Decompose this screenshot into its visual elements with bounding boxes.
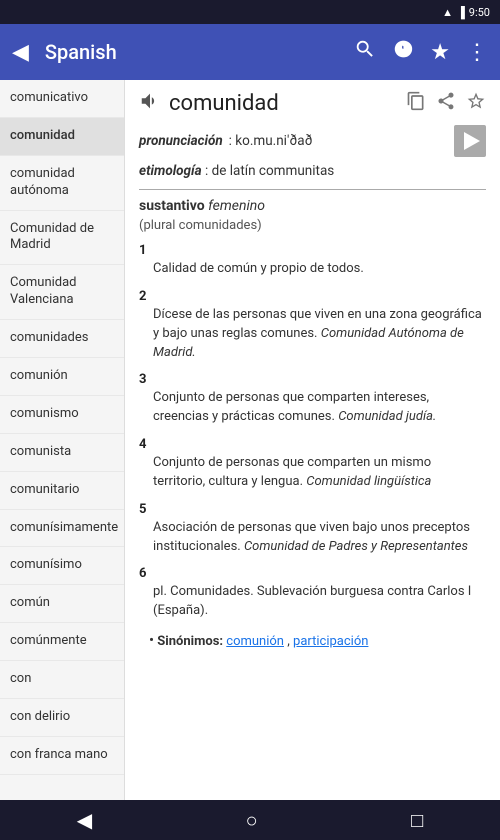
favorite-icon[interactable]: ★	[430, 40, 450, 65]
def-text-2: Dícese de las personas que viven en una …	[139, 306, 486, 363]
sidebar-item-comunidad-madrid[interactable]: Comunidad de Madrid	[0, 211, 124, 266]
sidebar-item-comunidad-autonoma[interactable]: comunidad autónoma	[0, 156, 124, 211]
sidebar-item-comunisimamente[interactable]: comunísimamente	[0, 510, 124, 548]
section-divider	[139, 189, 486, 190]
def-text-5: Asociación de personas que viven bajo un…	[139, 519, 486, 557]
definition-4: 4 Conjunto de personas que comparten un …	[139, 437, 486, 492]
word-action-icons	[406, 91, 486, 116]
top-bar: ◀ Spanish ★ ⋮	[0, 24, 500, 80]
def-text-4: Conjunto de personas que comparten un mi…	[139, 454, 486, 492]
sidebar-item-comunismo[interactable]: comunismo	[0, 396, 124, 434]
def-text-6: pl. Comunidades. Sublevación burguesa co…	[139, 583, 486, 621]
back-button[interactable]: ◀	[12, 40, 29, 65]
etymology-section: etimología : de latín communitas	[139, 163, 486, 179]
word-title: comunidad	[169, 91, 398, 116]
sidebar: comunicativo comunidad comunidad autónom…	[0, 80, 125, 800]
word-header: comunidad	[139, 90, 486, 117]
nav-home-button[interactable]: ○	[246, 808, 258, 833]
plural-note: (plural comunidades)	[139, 218, 486, 233]
def-number-2: 2	[139, 289, 486, 304]
more-icon[interactable]: ⋮	[466, 40, 488, 65]
def-number-4: 4	[139, 437, 486, 452]
sidebar-item-con[interactable]: con	[0, 661, 124, 699]
sidebar-item-comunion[interactable]: comunión	[0, 358, 124, 396]
etymology-value: : de latín communitas	[205, 163, 334, 179]
bottom-nav: ◀ ○ □	[0, 800, 500, 840]
pronunciation-label: pronunciación	[139, 133, 223, 149]
definition-3: 3 Conjunto de personas que comparten int…	[139, 372, 486, 427]
battery-icon: ▐	[457, 6, 465, 19]
synonyms-label: Sinónimos:	[157, 634, 226, 649]
def-number-6: 6	[139, 566, 486, 581]
pos-gender: femenino	[208, 198, 265, 214]
def-text-3: Conjunto de personas que comparten inter…	[139, 389, 486, 427]
sidebar-item-con-delirio[interactable]: con delirio	[0, 699, 124, 737]
copy-icon[interactable]	[406, 91, 426, 116]
pronunciation-section: pronunciación : ko.mu.ni'ðað	[139, 125, 486, 157]
dictionary-content: comunidad pronunciación : ko.mu.ni'ðað	[125, 80, 500, 800]
status-bar: ▲ ▐ 9:50	[0, 0, 500, 24]
synonym-comunion[interactable]: comunión	[226, 634, 284, 649]
definition-6: 6 pl. Comunidades. Sublevación burguesa …	[139, 566, 486, 621]
wifi-icon: ▲	[442, 6, 453, 19]
sidebar-item-comunidad[interactable]: comunidad	[0, 118, 124, 156]
synonyms-section: • Sinónimos: comunión , participación	[139, 631, 486, 649]
sidebar-item-comunista[interactable]: comunista	[0, 434, 124, 472]
sidebar-item-comunmente[interactable]: comúnmente	[0, 623, 124, 661]
sidebar-item-comunidades[interactable]: comunidades	[0, 320, 124, 358]
history-icon[interactable]	[392, 38, 414, 66]
sidebar-item-comunisimo[interactable]: comunísimo	[0, 547, 124, 585]
definition-5: 5 Asociación de personas que viven bajo …	[139, 502, 486, 557]
pos-section: sustantivo femenino	[139, 198, 486, 214]
status-icons: ▲ ▐ 9:50	[442, 6, 490, 19]
def-number-3: 3	[139, 372, 486, 387]
play-triangle-icon	[464, 132, 480, 150]
def-text-1: Calidad de común y propio de todos.	[139, 260, 486, 279]
sidebar-item-comunicativo[interactable]: comunicativo	[0, 80, 124, 118]
nav-recent-button[interactable]: □	[411, 808, 423, 833]
pos-label: sustantivo	[139, 198, 205, 214]
share-icon[interactable]	[436, 91, 456, 116]
etymology-label: etimología	[139, 163, 202, 179]
synonym-participacion[interactable]: participación	[293, 634, 368, 649]
sidebar-item-comunidad-valenciana[interactable]: Comunidad Valenciana	[0, 265, 124, 320]
pronunciation-value: : ko.mu.ni'ðað	[229, 133, 313, 149]
volume-icon[interactable]	[139, 90, 161, 117]
def-number-5: 5	[139, 502, 486, 517]
star-outline-icon[interactable]	[466, 91, 486, 116]
search-icon[interactable]	[354, 38, 376, 66]
play-button[interactable]	[454, 125, 486, 157]
definition-2: 2 Dícese de las personas que viven en un…	[139, 289, 486, 363]
definition-1: 1 Calidad de común y propio de todos.	[139, 243, 486, 279]
sidebar-item-comun[interactable]: común	[0, 585, 124, 623]
main-content: comunicativo comunidad comunidad autónom…	[0, 80, 500, 800]
def-number-1: 1	[139, 243, 486, 258]
sidebar-item-con-franca-mano[interactable]: con franca mano	[0, 737, 124, 775]
sidebar-item-comunitario[interactable]: comunitario	[0, 472, 124, 510]
time-display: 9:50	[469, 6, 490, 19]
app-title: Spanish	[45, 40, 338, 64]
nav-back-button[interactable]: ◀	[77, 808, 92, 832]
